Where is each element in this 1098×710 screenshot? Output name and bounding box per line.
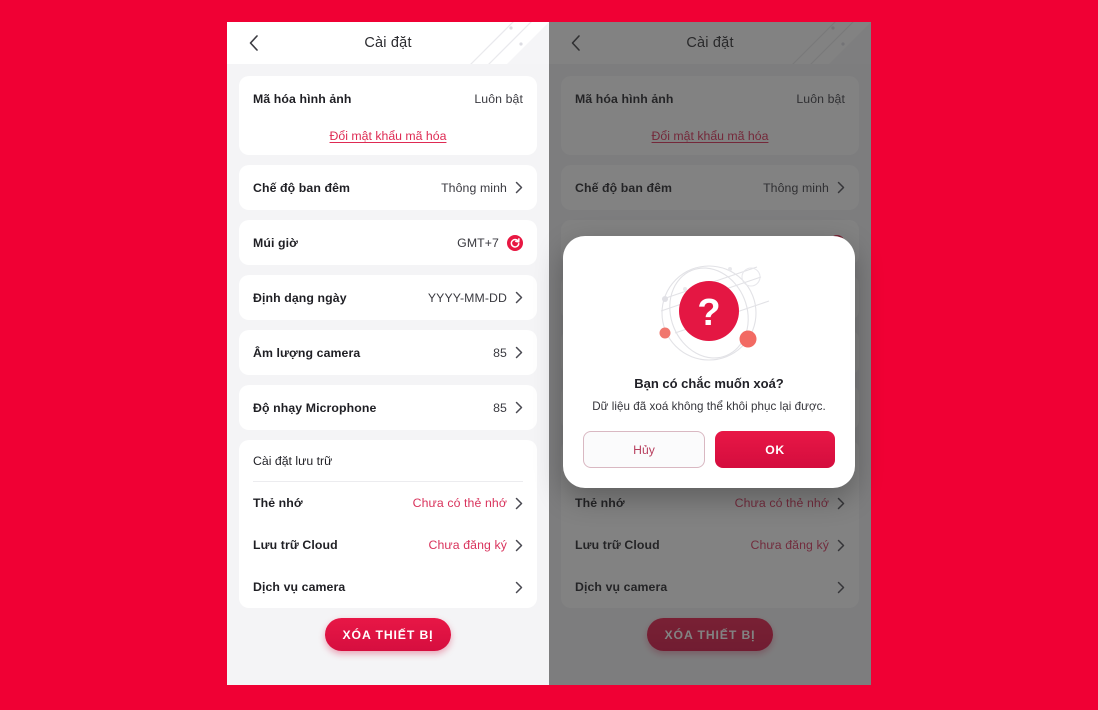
row-timezone[interactable]: Múi giờ GMT+7: [253, 220, 523, 265]
row-date-format[interactable]: Định dạng ngày YYYY-MM-DD: [253, 275, 523, 320]
settings-screen-left: Cài đặt Mã hóa hình ảnh Luôn bật Đổi mật…: [227, 22, 549, 685]
settings-list: Mã hóa hình ảnh Luôn bật Đổi mật khẩu mã…: [227, 64, 549, 651]
dialog-illustration: ?: [583, 254, 835, 372]
app-header-left: Cài đặt: [227, 22, 549, 64]
row-right: GMT+7: [457, 234, 523, 251]
row-value: Luôn bật: [474, 91, 523, 106]
chevron-right-icon: [515, 346, 523, 359]
card-date-format: Định dạng ngày YYYY-MM-DD: [239, 275, 537, 320]
row-label: Định dạng ngày: [253, 290, 347, 305]
card-timezone: Múi giờ GMT+7: [239, 220, 537, 265]
row-label: Chế độ ban đêm: [253, 180, 351, 195]
screenshot-stage: Cài đặt Mã hóa hình ảnh Luôn bật Đổi mật…: [0, 0, 1098, 710]
chevron-right-icon: [515, 401, 523, 414]
card-microphone-sensitivity: Độ nhạy Microphone 85: [239, 385, 537, 430]
row-right: Thông minh: [441, 181, 523, 195]
chevron-right-icon: [515, 497, 523, 509]
row-value: Chưa đăng ký: [428, 538, 507, 552]
svg-text:?: ?: [697, 292, 720, 334]
row-label: Độ nhạy Microphone: [253, 400, 377, 415]
row-memory-card[interactable]: Thẻ nhớ Chưa có thẻ nhớ: [253, 482, 523, 524]
row-right: [507, 581, 523, 594]
sync-icon[interactable]: [507, 234, 523, 251]
dialog-message: Dữ liệu đã xoá không thể khôi phục lại đ…: [592, 400, 826, 413]
chevron-right-icon: [515, 291, 523, 304]
row-value: Thông minh: [441, 180, 507, 195]
row-right: YYYY-MM-DD: [428, 291, 523, 305]
cancel-button[interactable]: Hủy: [583, 431, 705, 468]
delete-device-button[interactable]: XÓA THIẾT BỊ: [325, 618, 451, 651]
dialog-actions: Hủy OK: [583, 431, 835, 468]
row-value: 85: [493, 345, 507, 360]
row-camera-volume[interactable]: Âm lượng camera 85: [253, 330, 523, 375]
ok-button[interactable]: OK: [715, 431, 835, 468]
question-mark-icon: ?: [659, 260, 770, 361]
row-value: Chưa có thẻ nhớ: [412, 496, 507, 510]
card-encryption: Mã hóa hình ảnh Luôn bật Đổi mật khẩu mã…: [239, 76, 537, 155]
row-night-mode[interactable]: Chế độ ban đêm Thông minh: [253, 165, 523, 210]
row-change-password[interactable]: Đổi mật khẩu mã hóa: [253, 121, 523, 155]
row-right: 85: [493, 346, 523, 360]
row-label: Dịch vụ camera: [253, 580, 346, 594]
change-encryption-password-link[interactable]: Đổi mật khẩu mã hóa: [330, 129, 447, 143]
page-title: Cài đặt: [364, 35, 412, 51]
row-camera-service[interactable]: Dịch vụ camera: [253, 566, 523, 608]
row-label: Múi giờ: [253, 235, 298, 250]
row-label: Mã hóa hình ảnh: [253, 91, 352, 106]
chevron-right-icon: [515, 581, 523, 593]
row-label: Âm lượng camera: [253, 345, 361, 360]
row-right: Chưa đăng ký: [429, 538, 523, 552]
confirm-delete-dialog: ? Bạn có chắc muốn xoá? Dữ liệu đã xoá k…: [563, 236, 855, 488]
row-encryption[interactable]: Mã hóa hình ảnh Luôn bật: [253, 76, 523, 121]
row-label: Thẻ nhớ: [253, 496, 303, 510]
storage-section-title: Cài đặt lưu trữ: [253, 440, 523, 482]
row-label: Lưu trữ Cloud: [253, 538, 338, 552]
row-microphone-sensitivity[interactable]: Độ nhạy Microphone 85: [253, 385, 523, 430]
back-button[interactable]: [237, 22, 271, 64]
row-right: 85: [493, 401, 523, 415]
card-storage-settings: Cài đặt lưu trữ Thẻ nhớ Chưa có thẻ nhớ …: [239, 440, 537, 608]
row-value: GMT+7: [457, 235, 499, 250]
row-right: Chưa có thẻ nhớ: [413, 496, 523, 510]
delete-device-wrap: XÓA THIẾT BỊ: [239, 618, 537, 651]
card-camera-volume: Âm lượng camera 85: [239, 330, 537, 375]
row-cloud-storage[interactable]: Lưu trữ Cloud Chưa đăng ký: [253, 524, 523, 566]
row-value: YYYY-MM-DD: [427, 290, 507, 305]
dialog-title: Bạn có chắc muốn xoá?: [634, 376, 784, 391]
card-night-mode: Chế độ ban đêm Thông minh: [239, 165, 537, 210]
chevron-right-icon: [515, 539, 523, 551]
chevron-right-icon: [515, 181, 523, 194]
chevron-left-icon: [249, 35, 258, 51]
row-value: 85: [493, 400, 507, 415]
